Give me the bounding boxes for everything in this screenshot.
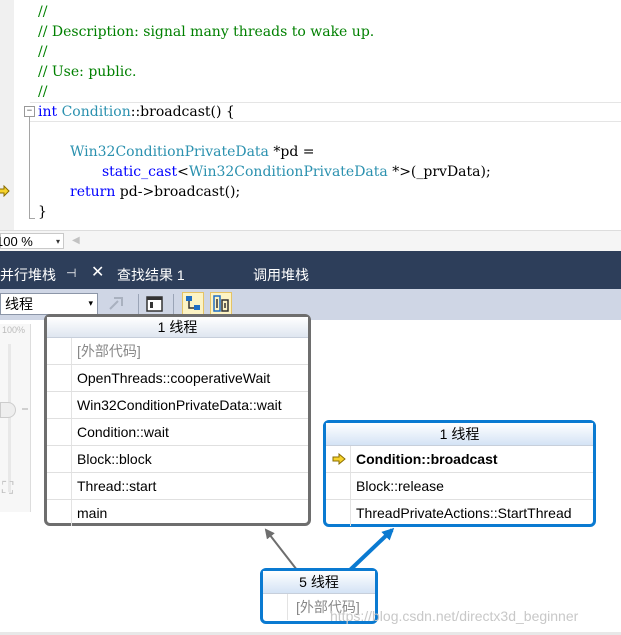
frame-label: ThreadPrivateActions::StartThread bbox=[356, 505, 572, 521]
frame-label: Win32ConditionPrivateData::wait bbox=[77, 397, 282, 413]
frame-marker-column bbox=[47, 446, 72, 472]
node-header: 5 线程 bbox=[263, 571, 375, 594]
stack-frame[interactable]: Thread::start bbox=[47, 473, 308, 500]
stack-frame[interactable]: Win32ConditionPrivateData::wait bbox=[47, 392, 308, 419]
watermark-text: https://blog.csdn.net/directx3d_beginner bbox=[330, 608, 579, 624]
frame-label: OpenThreads::cooperativeWait bbox=[77, 370, 271, 386]
frame-label: main bbox=[77, 505, 108, 521]
stack-frame[interactable]: [外部代码] bbox=[47, 338, 308, 365]
stack-node-current-thread[interactable]: 1 线程 Condition::broadcast Block::release… bbox=[323, 420, 596, 527]
frame-label: Condition::broadcast bbox=[356, 451, 498, 467]
stack-frame[interactable]: ThreadPrivateActions::StartThread bbox=[326, 500, 593, 526]
frame-marker-column bbox=[47, 392, 72, 418]
frame-marker-column bbox=[47, 473, 72, 499]
frame-marker-column bbox=[47, 419, 72, 445]
frame-label: Condition::wait bbox=[77, 424, 169, 440]
frame-marker-column bbox=[326, 446, 351, 472]
stack-frame[interactable]: Condition::wait bbox=[47, 419, 308, 446]
frame-marker-column bbox=[326, 473, 351, 499]
connector-arrow-gray bbox=[264, 528, 298, 571]
frame-label: Thread::start bbox=[77, 478, 157, 494]
stack-frame[interactable]: Block::block bbox=[47, 446, 308, 473]
frame-marker-column bbox=[47, 338, 72, 364]
node-header: 1 线程 bbox=[326, 423, 593, 446]
frame-marker-column bbox=[47, 500, 72, 526]
current-frame-arrow-icon bbox=[332, 453, 346, 465]
frame-label: [外部代码] bbox=[77, 343, 141, 359]
stack-frame-active[interactable]: Condition::broadcast bbox=[326, 446, 593, 473]
frame-marker-column bbox=[326, 500, 351, 526]
frame-marker-column bbox=[263, 594, 288, 620]
stack-node-main-thread[interactable]: 1 线程 [外部代码] OpenThreads::cooperativeWait… bbox=[44, 314, 311, 526]
stack-frame[interactable]: Block::release bbox=[326, 473, 593, 500]
frame-label: Block::release bbox=[356, 478, 444, 494]
frame-label: Block::block bbox=[77, 451, 152, 467]
stack-frame[interactable]: OpenThreads::cooperativeWait bbox=[47, 365, 308, 392]
frame-marker-column bbox=[47, 365, 72, 391]
connector-arrow-blue bbox=[348, 527, 395, 572]
stack-frame[interactable]: main bbox=[47, 500, 308, 526]
node-header: 1 线程 bbox=[47, 317, 308, 338]
